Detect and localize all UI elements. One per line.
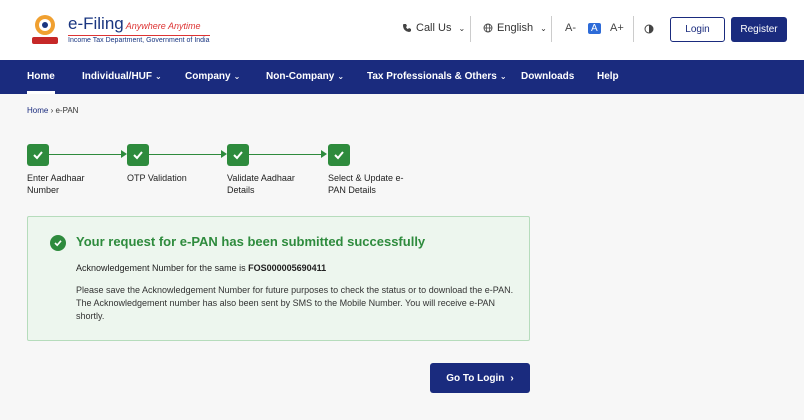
nav-item-help[interactable]: Help	[597, 60, 619, 94]
nav-item-downloads[interactable]: Downloads	[521, 60, 574, 94]
breadcrumb-current: e-PAN	[55, 106, 79, 115]
chevron-right-icon: ›	[510, 372, 514, 384]
divider	[470, 16, 471, 42]
breadcrumb-separator: ›	[50, 106, 54, 115]
chevron-down-icon: ⌄	[155, 72, 162, 81]
chevron-down-icon: ⌄	[458, 23, 466, 33]
nav-item-company[interactable]: Company ⌄	[185, 60, 240, 94]
step-label: Validate Aadhaar Details	[227, 173, 295, 195]
nav-label: Company	[185, 71, 231, 82]
font-normal-button[interactable]: A	[588, 23, 601, 34]
ack-number: FOS000005690411	[248, 263, 327, 273]
nav-label: Non-Company	[266, 71, 335, 82]
go-to-login-label: Go To Login	[446, 372, 505, 384]
nav-label: Tax Professionals & Others	[367, 71, 497, 82]
site-header: e-Filing Anywhere Anytime Income Tax Depa…	[0, 0, 804, 60]
efiling-logo[interactable]: e-Filing Anywhere Anytime Income Tax Depa…	[28, 12, 210, 48]
arrow-right-icon	[321, 150, 327, 158]
nav-item-individual-huf[interactable]: Individual/HUF ⌄	[82, 60, 162, 94]
nav-item-home[interactable]: Home	[27, 60, 55, 94]
phone-icon	[403, 24, 411, 32]
success-title: Your request for e-PAN has been submitte…	[76, 234, 426, 249]
nav-label: Home	[27, 71, 55, 82]
step-connector	[149, 154, 221, 155]
success-note: Please save the Acknowledgement Number f…	[76, 285, 514, 321]
contrast-icon[interactable]	[644, 24, 654, 34]
go-to-login-button[interactable]: Go To Login ›	[430, 363, 530, 393]
globe-icon	[483, 23, 493, 33]
acknowledgement-line: Acknowledgement Number for the same is F…	[76, 263, 326, 273]
breadcrumb: Home › e-PAN	[27, 106, 78, 115]
logo-subtitle: Income Tax Department, Government of Ind…	[68, 35, 210, 44]
call-us-label: Call Us	[416, 22, 452, 34]
language-dropdown[interactable]: English ⌄	[483, 22, 547, 34]
check-circle-icon	[50, 235, 66, 251]
language-label: English	[497, 22, 534, 34]
login-button[interactable]: Login	[670, 17, 725, 42]
nav-label: Downloads	[521, 71, 575, 82]
logo-title: e-Filing Anywhere Anytime	[68, 14, 201, 33]
chevron-down-icon: ⌄	[337, 72, 345, 81]
breadcrumb-home[interactable]: Home	[27, 106, 48, 115]
main-nav: Home Individual/HUF ⌄ Company ⌄ Non-Compan…	[0, 60, 804, 94]
step-2-check-icon	[127, 144, 149, 166]
step-connector	[49, 154, 121, 155]
register-button[interactable]: Register	[731, 17, 787, 42]
divider	[551, 16, 552, 42]
nav-item-tax-professionals[interactable]: Tax Professionals & Others ⌄	[367, 60, 507, 94]
divider	[633, 16, 634, 42]
font-increase-button[interactable]: A+	[610, 22, 624, 34]
chevron-down-icon: ⌄	[540, 23, 547, 33]
font-decrease-button[interactable]: A-	[565, 22, 576, 34]
chevron-down-icon: ⌄	[499, 72, 507, 81]
step-3-check-icon	[227, 144, 249, 166]
success-panel: Your request for e-PAN has been submitte…	[27, 216, 530, 341]
nav-label: Help	[597, 71, 619, 82]
step-label: Enter Aadhaar Number	[27, 173, 85, 195]
nav-item-non-company[interactable]: Non-Company ⌄	[266, 60, 344, 94]
call-us-dropdown[interactable]: Call Us ⌄	[402, 22, 465, 34]
nav-label: Individual/HUF	[82, 71, 152, 82]
ack-prefix: Acknowledgement Number for the same is	[76, 263, 246, 273]
step-4-check-icon	[328, 144, 350, 166]
step-1-check-icon	[27, 144, 49, 166]
logo-tagline: Anywhere Anytime	[125, 21, 201, 31]
step-connector	[249, 154, 321, 155]
step-label: OTP Validation	[127, 173, 187, 183]
step-label: Select & Update e-PAN Details	[328, 173, 404, 195]
chevron-down-icon: ⌄	[233, 72, 241, 81]
national-emblem-icon	[32, 15, 58, 44]
